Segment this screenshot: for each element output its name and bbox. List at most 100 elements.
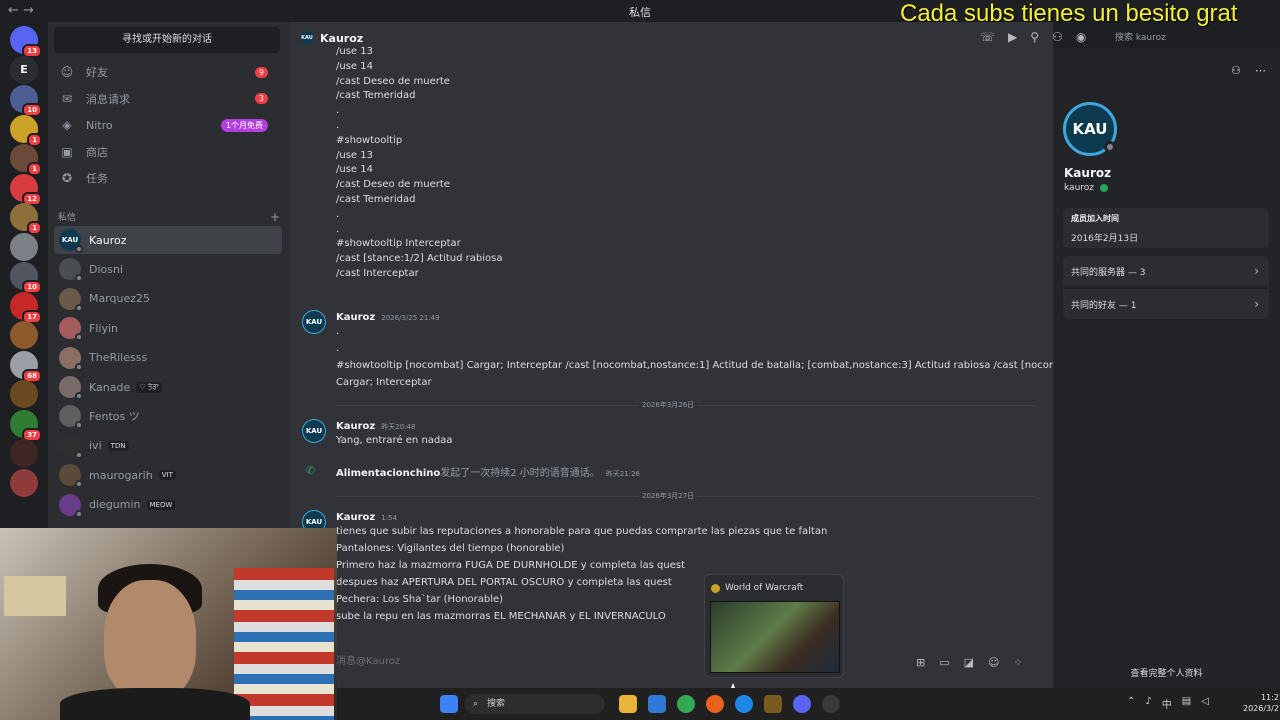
- message-line: Yang, entraré en nadaa: [336, 435, 453, 446]
- server-icon[interactable]: 1: [10, 203, 42, 235]
- network-icon[interactable]: ▤: [1182, 696, 1191, 711]
- dm-name: Marquez25: [89, 292, 151, 306]
- chrome-icon[interactable]: [677, 695, 695, 713]
- nav-item-2[interactable]: ◈ Nitro 1个月免费: [54, 112, 280, 138]
- server-icon[interactable]: 1: [10, 114, 42, 147]
- discord-icon[interactable]: [793, 695, 811, 713]
- nav-item-label: 任务: [86, 172, 108, 185]
- status-indicator: [75, 480, 83, 489]
- server-icon[interactable]: 17: [10, 291, 42, 324]
- nav-item-label: 好友: [86, 66, 108, 79]
- start-icon[interactable]: [440, 695, 458, 713]
- clock[interactable]: 11:21 2026/3/27: [1243, 692, 1280, 714]
- pinned-messages-icon[interactable]: ⚲: [1030, 30, 1039, 44]
- dm-item[interactable]: Fentos ツ: [54, 402, 282, 430]
- message-line: /use 14: [336, 60, 373, 72]
- server-icon[interactable]: 12: [10, 173, 42, 206]
- message-line: tienes que subir las reputaciones a hono…: [336, 526, 828, 537]
- apps-icon[interactable]: ⁘: [1014, 656, 1023, 669]
- chat-search-input[interactable]: 搜索 kauroz: [1110, 29, 1270, 47]
- firefox-icon[interactable]: [706, 695, 724, 713]
- dm-item[interactable]: maurogarih VIT: [54, 461, 282, 489]
- server-icon[interactable]: 68: [10, 350, 42, 383]
- profile-display-name: Kauroz: [1064, 166, 1112, 180]
- header-avatar: KAU: [300, 31, 314, 45]
- nav-item-0[interactable]: ☺ 好友 9: [54, 59, 280, 85]
- dm-item[interactable]: Diosni: [54, 255, 282, 283]
- app-icon[interactable]: [822, 695, 840, 713]
- video-call-icon[interactable]: ▶: [1008, 30, 1017, 44]
- game-preview-popup[interactable]: World of Warcraft: [704, 574, 844, 678]
- view-full-profile-link[interactable]: 查看完整个人资料: [1053, 666, 1280, 679]
- server-icon[interactable]: [10, 439, 38, 467]
- dm-item[interactable]: Kanade ♡ ਤੇਰਾ: [54, 373, 282, 401]
- nav-item-4[interactable]: ✪ 任务: [54, 165, 280, 191]
- user-profile-icon[interactable]: ◉: [1076, 30, 1086, 44]
- server-icon[interactable]: 10: [10, 85, 42, 117]
- volume-icon[interactable]: ◁: [1201, 696, 1209, 711]
- avatar: [59, 464, 83, 489]
- battlenet-icon[interactable]: [735, 695, 753, 713]
- chevron-up-icon[interactable]: ⌃: [1127, 696, 1135, 711]
- avatar-text: KAU: [61, 236, 79, 244]
- status-indicator: [75, 245, 83, 253]
- emoji-icon[interactable]: ☺: [988, 656, 999, 669]
- add-friends-icon[interactable]: ⚇: [1052, 30, 1063, 44]
- create-dm-icon[interactable]: +: [270, 210, 280, 224]
- dm-item[interactable]: diegumin MEOW: [54, 491, 282, 519]
- file-explorer-icon[interactable]: [619, 695, 637, 713]
- dm-item[interactable]: Marquez25: [54, 285, 282, 313]
- taskbar-search[interactable]: ⌕ 搜索: [465, 694, 605, 714]
- gift-icon[interactable]: ⊞: [916, 656, 925, 669]
- dm-item[interactable]: Fliyin: [54, 314, 282, 342]
- server-icon[interactable]: [10, 232, 38, 261]
- gif-icon[interactable]: ▭: [939, 656, 949, 669]
- dm-name: ivi: [89, 439, 102, 453]
- nav-item-label: 消息请求: [86, 92, 130, 106]
- quest-icon: ✪: [61, 171, 73, 185]
- server-icon[interactable]: E: [10, 55, 38, 84]
- server-icon[interactable]: 1: [10, 144, 42, 176]
- server-icon[interactable]: [10, 468, 38, 497]
- discord-home-icon[interactable]: 13: [10, 26, 42, 58]
- wall-poster: [4, 576, 66, 616]
- dm-name: Kauroz: [89, 233, 127, 247]
- dm-item[interactable]: TheRilesss: [54, 344, 282, 372]
- message-line: .: [336, 326, 340, 337]
- outlook-icon[interactable]: [648, 695, 666, 713]
- server-tag: MEOW: [146, 499, 176, 510]
- mutual-friends-row[interactable]: 共同的好友 — 1 ›: [1063, 289, 1269, 319]
- mutual-friends-label: 共同的好友 — 1: [1071, 300, 1137, 311]
- add-friend-icon[interactable]: ⚇: [1231, 64, 1241, 77]
- voice-call-icon[interactable]: ☏: [980, 30, 995, 44]
- server-icon[interactable]: [10, 321, 38, 349]
- nav-item-3[interactable]: ▣ 商店: [54, 139, 280, 165]
- header-toolbar: ☏ ▶ ⚲ ⚇ ◉: [980, 30, 1086, 44]
- dm-item[interactable]: ivi TDN: [54, 432, 282, 460]
- status-indicator: [75, 362, 83, 371]
- dm-item[interactable]: KAU Kauroz: [54, 226, 282, 254]
- server-icon[interactable]: 10: [10, 262, 42, 294]
- dm-name: TheRilesss: [89, 351, 148, 365]
- profile-avatar-text: KAU: [1072, 120, 1108, 138]
- message-line: #showtooltip [nocombat] Cargar; Intercep…: [336, 360, 1079, 371]
- ime-indicator[interactable]: 中: [1162, 696, 1172, 711]
- wow-app-icon[interactable]: [764, 695, 782, 713]
- nav-badge: 9: [254, 66, 268, 78]
- message-line: /use 13: [336, 46, 373, 57]
- nav-item-1[interactable]: ✉ 消息请求 3: [54, 86, 280, 112]
- find-conversation-button[interactable]: 寻找或开始新的对话: [54, 27, 280, 53]
- profile-panel: KAU Kauroz kauroz 成员加入时间 2016年2月13日 共同的服…: [1053, 48, 1280, 688]
- server-icon[interactable]: 37: [10, 409, 42, 442]
- member-since-card: 成员加入时间 2016年2月13日: [1063, 208, 1269, 248]
- dm-name: Diosni: [89, 262, 124, 276]
- message-line: .: [336, 343, 340, 354]
- chat-area: KAU Kauroz /use 13/use 14/cast Deseo de …: [290, 22, 1079, 688]
- sticker-icon[interactable]: ◪: [964, 656, 974, 669]
- profile-avatar: KAU: [1063, 102, 1117, 156]
- more-options-icon[interactable]: ⋯: [1255, 64, 1266, 77]
- server-icon[interactable]: [10, 380, 38, 408]
- message-line: Pechera: Los Sha`tar (Honorable): [336, 594, 504, 605]
- microphone-icon[interactable]: ♪: [1145, 696, 1151, 711]
- mutual-servers-row[interactable]: 共同的服务器 — 3 ›: [1063, 256, 1269, 286]
